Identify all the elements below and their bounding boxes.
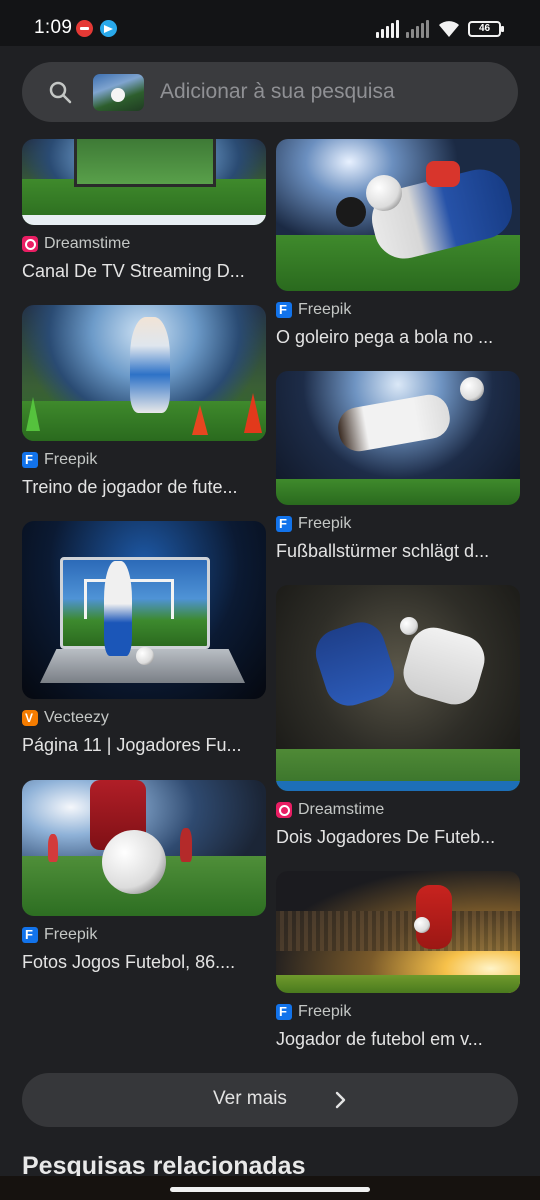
result-title[interactable]: Jogador de futebol em v... [276, 1029, 520, 1050]
telegram-icon [100, 20, 117, 37]
result-image[interactable] [276, 585, 520, 791]
result-source: Freepik [276, 514, 520, 534]
result-source: Dreamstime [22, 234, 266, 254]
result-card[interactable]: Dreamstime Canal De TV Streaming D... [22, 139, 266, 282]
result-title[interactable]: Fotos Jogos Futebol, 86.... [22, 952, 266, 973]
chevron-right-icon [335, 1091, 346, 1109]
signal-icon [376, 20, 399, 38]
result-source: Freepik [276, 300, 520, 320]
result-image[interactable] [276, 871, 520, 993]
wifi-icon [439, 21, 459, 37]
result-title[interactable]: Treino de jogador de fute... [22, 477, 266, 498]
freepik-icon [22, 927, 38, 943]
result-title[interactable]: O goleiro pega a bola no ... [276, 327, 520, 348]
signal-x-icon [406, 20, 429, 38]
more-results-label: Ver mais [213, 1088, 287, 1109]
result-source: Freepik [276, 1002, 520, 1022]
search-icon[interactable] [48, 80, 72, 104]
home-gesture-handle[interactable] [170, 1187, 370, 1192]
result-title[interactable]: Fußballstürmer schlägt d... [276, 541, 520, 562]
dreamstime-icon [22, 236, 38, 252]
result-card[interactable]: Freepik O goleiro pega a bola no ... [276, 139, 520, 348]
result-source: Freepik [22, 450, 266, 470]
result-card[interactable]: Freepik Fotos Jogos Futebol, 86.... [22, 780, 266, 973]
result-card[interactable]: Dreamstime Dois Jogadores De Futeb... [276, 585, 520, 848]
result-image[interactable] [276, 371, 520, 505]
freepik-icon [276, 1004, 292, 1020]
battery-icon: 46 [468, 21, 504, 37]
result-card[interactable]: Freepik Treino de jogador de fute... [22, 305, 266, 498]
freepik-icon [22, 452, 38, 468]
search-image-thumbnail[interactable] [93, 74, 144, 111]
vecteezy-icon [22, 710, 38, 726]
result-image[interactable] [22, 521, 266, 699]
search-bar[interactable]: Adicionar à sua pesquisa [22, 62, 518, 122]
result-source: Freepik [22, 925, 266, 945]
more-results-button[interactable]: Ver mais [22, 1073, 518, 1127]
result-image[interactable] [22, 139, 266, 225]
result-title[interactable]: Canal De TV Streaming D... [22, 261, 266, 282]
dreamstime-icon [276, 802, 292, 818]
status-bar: 1:09 46 [0, 0, 540, 46]
result-title[interactable]: Dois Jogadores De Futeb... [276, 827, 520, 848]
result-source: Vecteezy [22, 708, 266, 728]
search-input[interactable]: Adicionar à sua pesquisa [160, 80, 395, 104]
result-card[interactable]: Freepik Jogador de futebol em v... [276, 871, 520, 1050]
freepik-icon [276, 302, 292, 318]
result-title[interactable]: Página 11 | Jogadores Fu... [22, 735, 266, 756]
result-image[interactable] [22, 305, 266, 441]
do-not-disturb-icon [76, 20, 93, 37]
result-image[interactable] [22, 780, 266, 916]
freepik-icon [276, 516, 292, 532]
result-card[interactable]: Vecteezy Página 11 | Jogadores Fu... [22, 521, 266, 756]
status-time: 1:09 [34, 17, 73, 38]
result-card[interactable]: Freepik Fußballstürmer schlägt d... [276, 371, 520, 562]
result-source: Dreamstime [276, 800, 520, 820]
result-image[interactable] [276, 139, 520, 291]
